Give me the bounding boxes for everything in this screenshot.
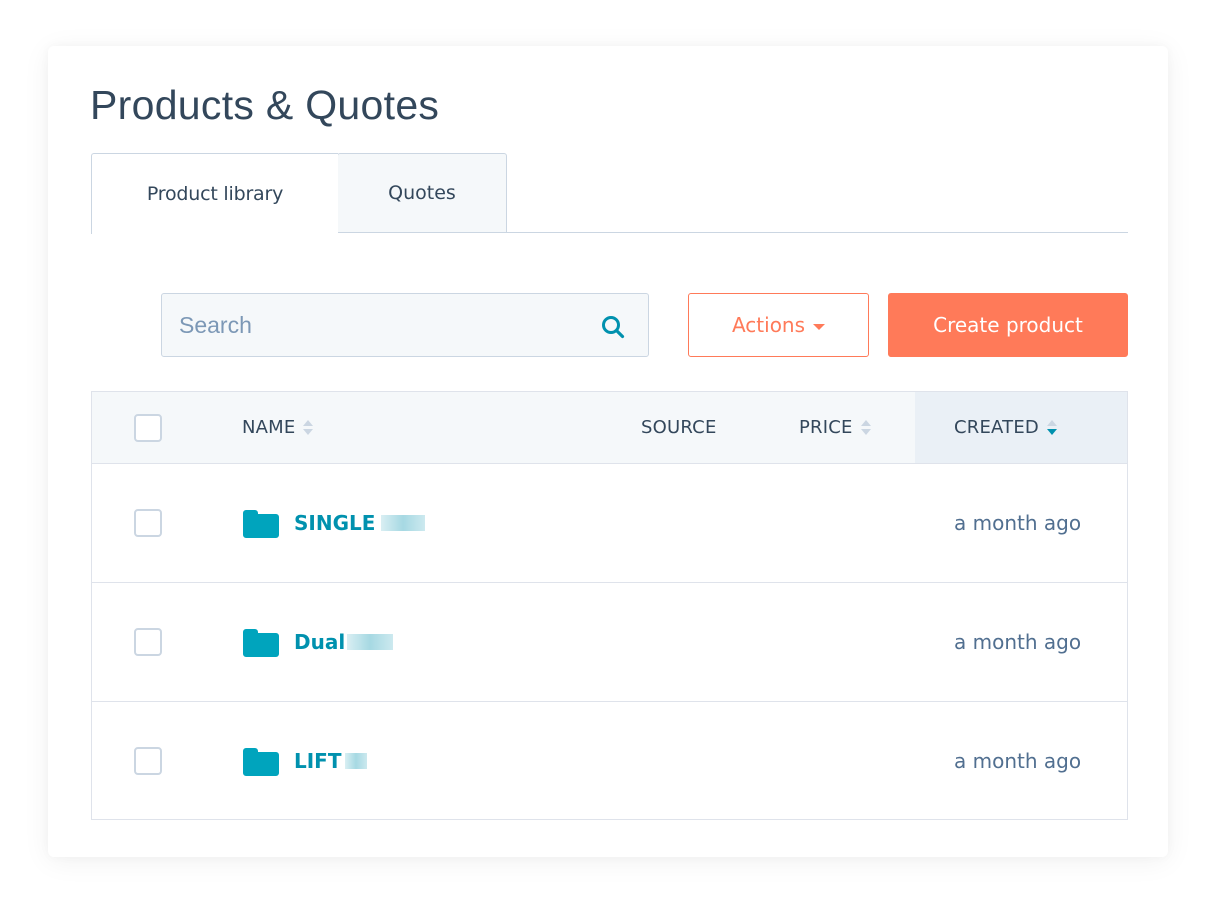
- page-title: Products & Quotes: [90, 82, 440, 128]
- row-checkbox[interactable]: [134, 747, 162, 775]
- search-input[interactable]: [162, 294, 582, 356]
- sort-descending-icon: [1047, 420, 1057, 435]
- table-header: NAME SOURCE PRICE CREATED: [92, 392, 1127, 464]
- redacted-text: [381, 515, 426, 531]
- sort-icon: [303, 420, 314, 435]
- folder-icon: [243, 510, 279, 538]
- product-name-link[interactable]: LIFT: [294, 749, 342, 773]
- name-cell: SINGLE: [243, 464, 426, 582]
- created-cell: a month ago: [954, 511, 1082, 535]
- folder-icon: [243, 629, 279, 657]
- column-label: SOURCE: [641, 417, 717, 438]
- redacted-text: [344, 753, 367, 769]
- sort-icon: [860, 420, 871, 435]
- table-row: Dual a month ago: [92, 583, 1127, 702]
- tab-product-library[interactable]: Product library: [91, 153, 338, 234]
- column-header-price[interactable]: PRICE: [799, 392, 871, 463]
- tab-quotes[interactable]: Quotes: [337, 153, 507, 233]
- column-header-created[interactable]: CREATED: [954, 392, 1057, 463]
- search-icon[interactable]: [600, 314, 626, 340]
- select-all-checkbox[interactable]: [134, 414, 162, 442]
- caret-down-icon: [813, 323, 826, 330]
- folder-icon: [243, 748, 279, 776]
- column-header-source: SOURCE: [641, 392, 717, 463]
- redacted-text: [347, 634, 394, 650]
- product-name-link[interactable]: Dual: [294, 630, 345, 654]
- search-box: [161, 293, 649, 357]
- products-table: NAME SOURCE PRICE CREATED SINGLE a month: [91, 391, 1128, 820]
- row-checkbox[interactable]: [134, 509, 162, 537]
- table-row: SINGLE a month ago: [92, 464, 1127, 583]
- column-label: NAME: [242, 417, 296, 438]
- name-cell: Dual: [243, 583, 394, 701]
- created-cell: a month ago: [954, 630, 1082, 654]
- product-name-link[interactable]: SINGLE: [294, 511, 375, 535]
- row-checkbox[interactable]: [134, 628, 162, 656]
- actions-label: Actions: [731, 313, 806, 337]
- create-product-button[interactable]: Create product: [888, 293, 1128, 357]
- table-row: LIFT a month ago: [92, 702, 1127, 820]
- name-cell: LIFT: [243, 702, 367, 820]
- column-header-name[interactable]: NAME: [242, 392, 314, 463]
- actions-dropdown-button[interactable]: Actions: [688, 293, 869, 357]
- column-label: PRICE: [799, 417, 853, 438]
- created-cell: a month ago: [954, 749, 1082, 773]
- column-label: CREATED: [954, 417, 1039, 438]
